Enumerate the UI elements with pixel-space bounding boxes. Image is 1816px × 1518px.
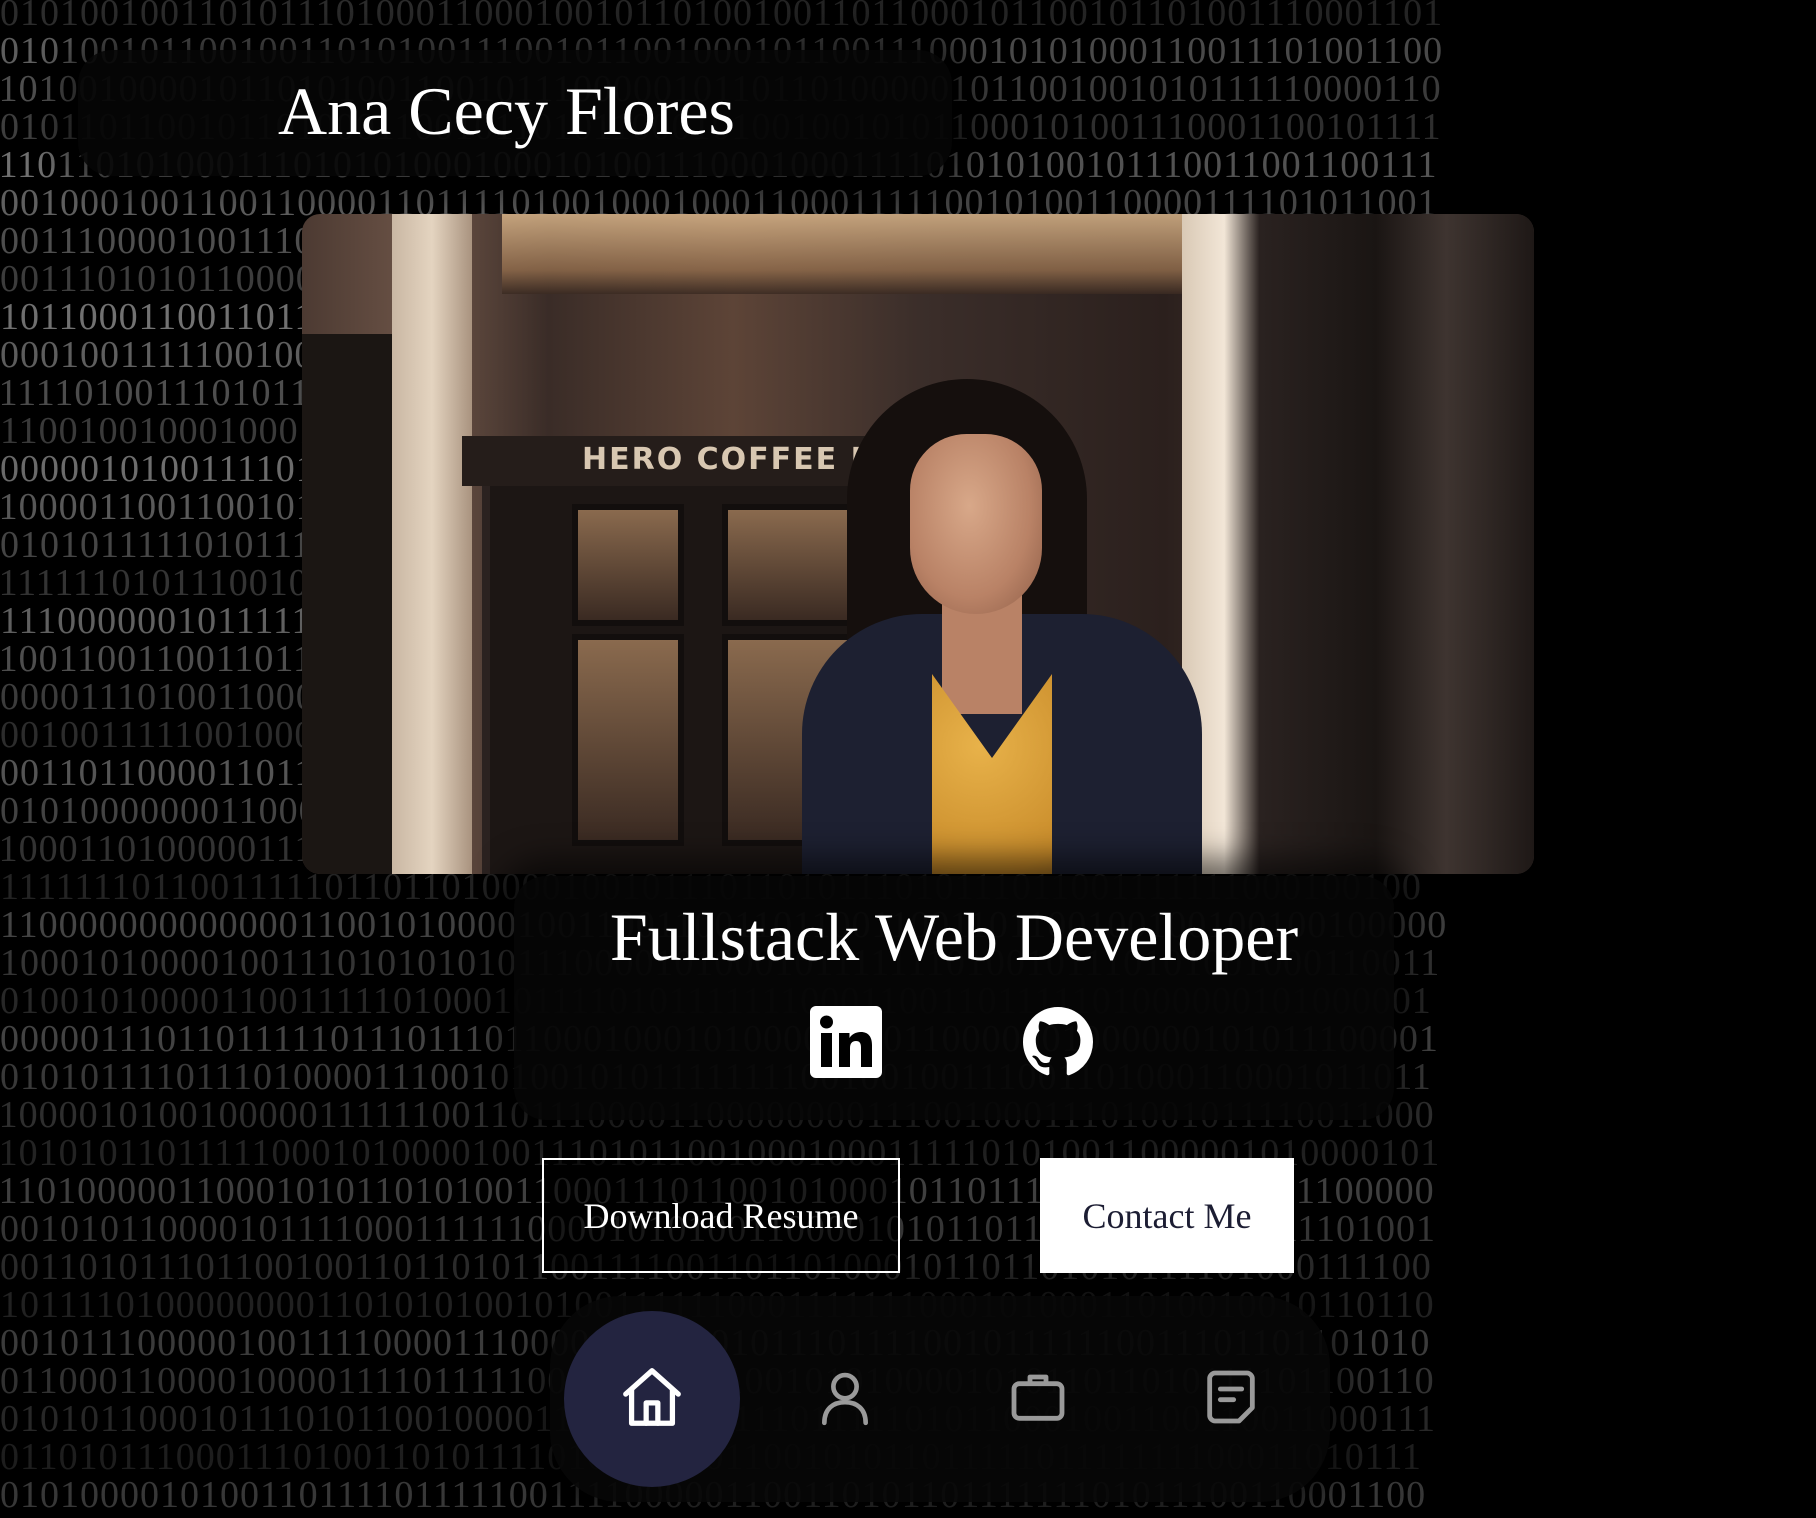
nav-portfolio-button[interactable] xyxy=(950,1311,1126,1487)
linkedin-icon xyxy=(810,1005,882,1083)
notes-icon xyxy=(1199,1365,1263,1434)
github-icon xyxy=(1023,1006,1093,1082)
contact-me-button[interactable]: Contact Me xyxy=(1040,1158,1294,1273)
site-owner-name: Ana Cecy Flores xyxy=(278,73,736,149)
briefcase-icon xyxy=(1006,1365,1070,1434)
download-resume-button[interactable]: Download Resume xyxy=(542,1158,900,1273)
photo-person-face xyxy=(910,434,1042,614)
linkedin-link[interactable] xyxy=(810,1005,882,1083)
nav-about-button[interactable] xyxy=(757,1311,933,1487)
nav-home-button[interactable] xyxy=(564,1311,740,1487)
home-icon xyxy=(617,1362,687,1437)
profile-photo: HERO COFFEE RO xyxy=(302,214,1534,874)
photo-marquee-sign xyxy=(502,214,1222,294)
photo-right-wall xyxy=(1182,214,1534,874)
nav-contact-button[interactable] xyxy=(1143,1311,1319,1487)
user-icon xyxy=(814,1366,876,1433)
binary-row: 0010100100110101110100011000100101101001… xyxy=(0,0,1444,34)
role-title: Fullstack Web Developer xyxy=(609,899,1299,975)
photo-window xyxy=(572,634,684,846)
photo-window xyxy=(572,504,684,626)
photo-pillar xyxy=(392,214,472,874)
github-link[interactable] xyxy=(1022,1006,1094,1082)
photo-door xyxy=(302,334,398,874)
